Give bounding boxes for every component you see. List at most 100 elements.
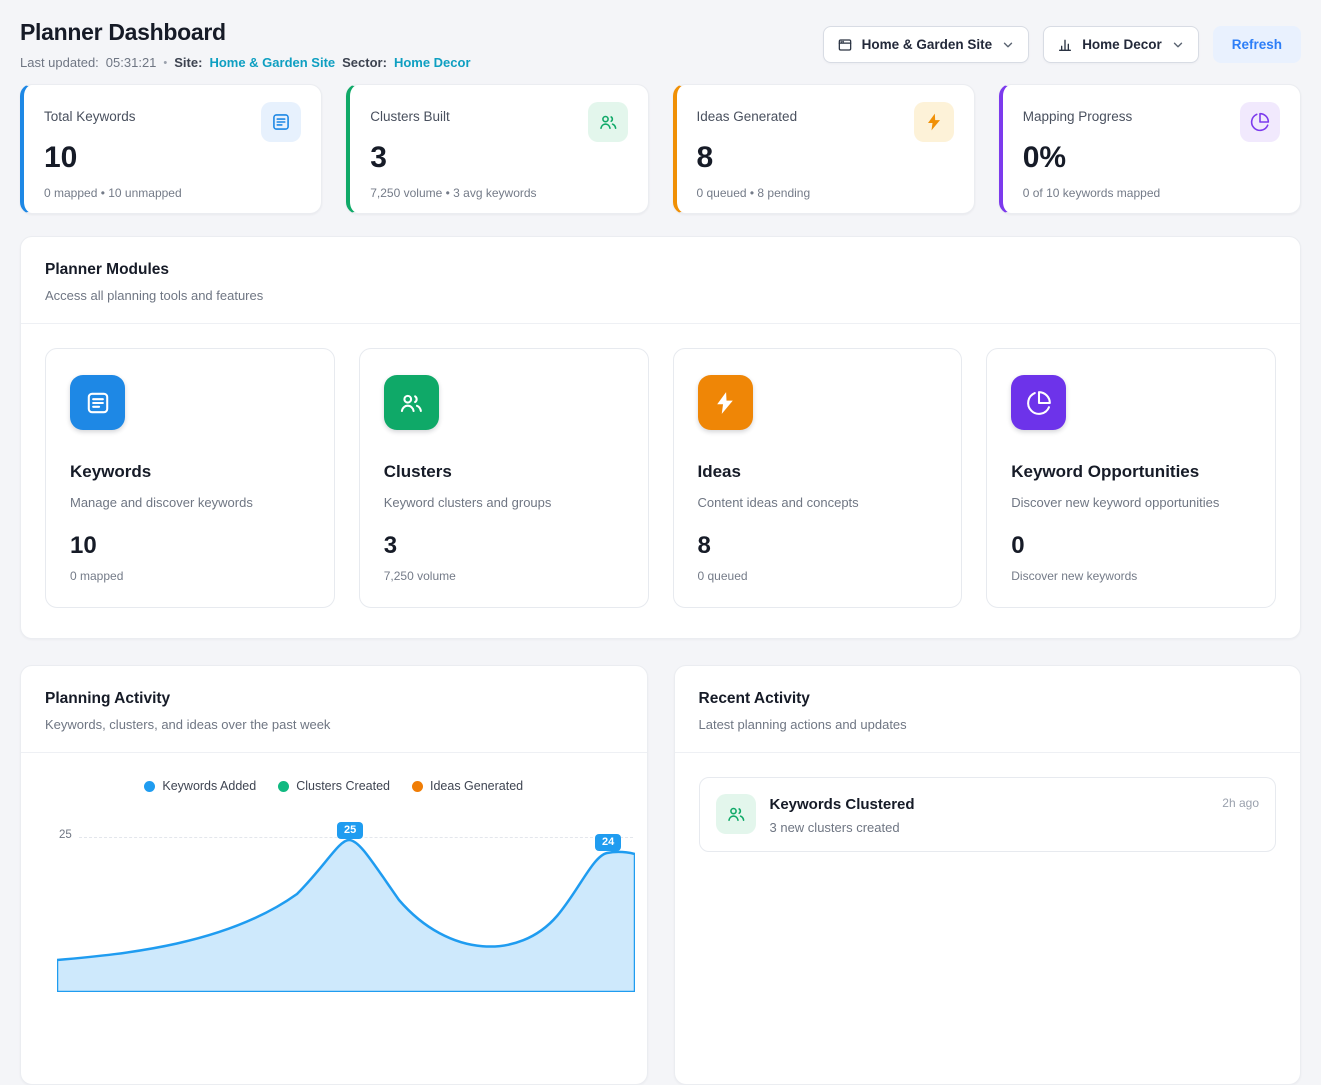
module-card-keyword-opportunities[interactable]: Keyword Opportunities Discover new keywo…	[986, 348, 1276, 608]
module-title: Keyword Opportunities	[1011, 462, 1251, 482]
module-title: Clusters	[384, 462, 624, 482]
module-caption: 0 mapped	[70, 569, 310, 583]
planning-activity-panel: Planning Activity Keywords, clusters, an…	[20, 665, 648, 1085]
lightning-icon	[698, 375, 753, 430]
users-icon	[384, 375, 439, 430]
site-icon	[837, 37, 853, 53]
module-title: Keywords	[70, 462, 310, 482]
planner-modules-panel: Planner Modules Access all planning tool…	[20, 236, 1301, 639]
users-icon	[588, 102, 628, 142]
legend-label: Ideas Generated	[430, 779, 523, 793]
recent-item-title: Keywords Clustered	[770, 796, 1209, 813]
legend-label: Clusters Created	[296, 779, 390, 793]
site-selector-dropdown[interactable]: Home & Garden Site	[823, 26, 1030, 63]
recent-activity-item[interactable]: Keywords Clustered 3 new clusters create…	[699, 777, 1277, 852]
legend-item-keywords-added[interactable]: Keywords Added	[144, 779, 256, 793]
legend-item-clusters-created[interactable]: Clusters Created	[278, 779, 390, 793]
module-description: Discover new keyword opportunities	[1011, 495, 1251, 510]
stat-caption: 0 queued • 8 pending	[697, 186, 954, 200]
module-card-clusters[interactable]: Clusters Keyword clusters and groups 3 7…	[359, 348, 649, 608]
legend-dot	[412, 781, 423, 792]
document-icon	[261, 102, 301, 142]
planner-dashboard-page: Planner Dashboard Last updated: 05:31:21…	[0, 0, 1321, 1085]
stat-card-clusters-built: Clusters Built 3 7,250 volume • 3 avg ke…	[346, 84, 648, 214]
module-caption: 0 queued	[698, 569, 938, 583]
module-caption: 7,250 volume	[384, 569, 624, 583]
stat-label: Ideas Generated	[697, 102, 798, 124]
stat-card-ideas-generated: Ideas Generated 8 0 queued • 8 pending	[673, 84, 975, 214]
stat-card-top: Total Keywords	[44, 102, 301, 142]
recent-item-body: Keywords Clustered 3 new clusters create…	[770, 794, 1209, 835]
pie-chart-icon	[1240, 102, 1280, 142]
stat-card-mapping-progress: Mapping Progress 0% 0 of 10 keywords map…	[999, 84, 1301, 214]
panel-subtitle: Latest planning actions and updates	[699, 717, 1277, 732]
planning-activity-chart	[57, 832, 635, 992]
bar-chart-icon	[1057, 37, 1073, 53]
stat-card-total-keywords: Total Keywords 10 0 mapped • 10 unmapped	[20, 84, 322, 214]
stat-value: 3	[370, 143, 627, 173]
modules-grid: Keywords Manage and discover keywords 10…	[21, 324, 1300, 638]
module-value: 8	[698, 532, 938, 560]
last-updated-value: 05:31:21	[106, 55, 157, 70]
site-link[interactable]: Home & Garden Site	[209, 55, 335, 70]
module-description: Keyword clusters and groups	[384, 495, 624, 510]
panel-title: Planner Modules	[45, 261, 1276, 279]
stat-card-top: Clusters Built	[370, 102, 627, 142]
legend-item-ideas-generated[interactable]: Ideas Generated	[412, 779, 523, 793]
stat-value: 8	[697, 143, 954, 173]
document-icon	[70, 375, 125, 430]
stat-label: Total Keywords	[44, 102, 136, 124]
panel-header: Recent Activity Latest planning actions …	[675, 666, 1301, 752]
module-card-ideas[interactable]: Ideas Content ideas and concepts 8 0 que…	[673, 348, 963, 608]
site-label: Site:	[174, 55, 202, 70]
recent-item-timestamp: 2h ago	[1222, 796, 1259, 810]
stat-caption: 0 of 10 keywords mapped	[1023, 186, 1280, 200]
panel-header: Planning Activity Keywords, clusters, an…	[21, 666, 647, 752]
module-description: Manage and discover keywords	[70, 495, 310, 510]
topbar: Planner Dashboard Last updated: 05:31:21…	[20, 20, 1301, 70]
sector-selector-dropdown[interactable]: Home Decor	[1043, 26, 1199, 63]
last-updated-label: Last updated:	[20, 55, 99, 70]
site-selector-value: Home & Garden Site	[862, 37, 993, 52]
legend-label: Keywords Added	[162, 779, 256, 793]
panel-subtitle: Keywords, clusters, and ideas over the p…	[45, 717, 623, 732]
stat-value: 0%	[1023, 143, 1280, 173]
recent-item-subtitle: 3 new clusters created	[770, 820, 1209, 835]
lightning-icon	[914, 102, 954, 142]
legend-dot	[144, 781, 155, 792]
stat-label: Mapping Progress	[1023, 102, 1133, 124]
module-value: 0	[1011, 532, 1251, 560]
module-title: Ideas	[698, 462, 938, 482]
legend-dot	[278, 781, 289, 792]
keywords-added-area	[57, 840, 635, 992]
stat-caption: 7,250 volume • 3 avg keywords	[370, 186, 627, 200]
module-card-keywords[interactable]: Keywords Manage and discover keywords 10…	[45, 348, 335, 608]
panel-title: Planning Activity	[45, 690, 623, 708]
bottom-row: Planning Activity Keywords, clusters, an…	[20, 665, 1301, 1085]
stat-cards-row: Total Keywords 10 0 mapped • 10 unmapped…	[20, 84, 1301, 214]
meta-separator: •	[163, 57, 167, 69]
stat-label: Clusters Built	[370, 102, 450, 124]
module-value: 3	[384, 532, 624, 560]
stat-card-top: Ideas Generated	[697, 102, 954, 142]
panel-subtitle: Access all planning tools and features	[45, 288, 1276, 303]
chevron-down-icon	[1171, 38, 1185, 52]
module-caption: Discover new keywords	[1011, 569, 1251, 583]
divider	[675, 752, 1301, 753]
data-point-label: 25	[337, 822, 363, 839]
recent-activity-panel: Recent Activity Latest planning actions …	[674, 665, 1302, 1085]
stat-value: 10	[44, 143, 301, 173]
panel-header: Planner Modules Access all planning tool…	[21, 237, 1300, 323]
page-title: Planner Dashboard	[20, 20, 471, 45]
panel-title: Recent Activity	[699, 690, 1277, 708]
refresh-button[interactable]: Refresh	[1213, 26, 1301, 63]
stat-card-top: Mapping Progress	[1023, 102, 1280, 142]
stat-caption: 0 mapped • 10 unmapped	[44, 186, 301, 200]
users-icon	[716, 794, 756, 834]
header-controls: Home & Garden Site Home Decor Refresh	[823, 26, 1301, 63]
header-left: Planner Dashboard Last updated: 05:31:21…	[20, 20, 471, 70]
data-point-label: 24	[595, 834, 621, 851]
sector-link[interactable]: Home Decor	[394, 55, 471, 70]
pie-chart-icon	[1011, 375, 1066, 430]
module-description: Content ideas and concepts	[698, 495, 938, 510]
